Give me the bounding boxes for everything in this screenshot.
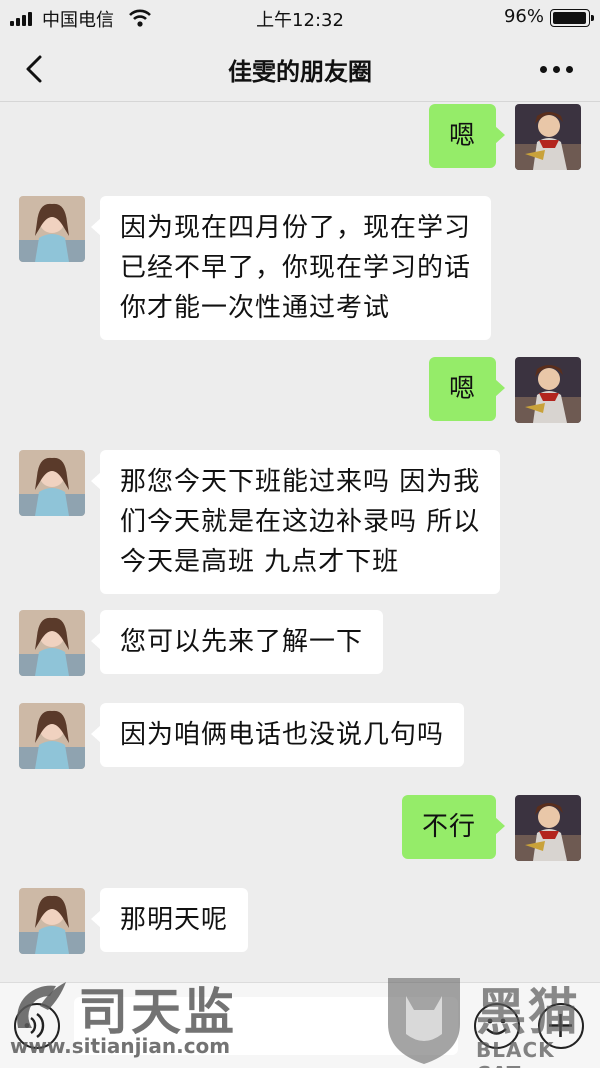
voice-icon[interactable] [14, 1003, 60, 1049]
battery-percent: 96% [503, 6, 544, 27]
contact-avatar[interactable] [19, 196, 85, 262]
message-bubble[interactable]: 嗯 [428, 357, 506, 421]
contact-avatar[interactable] [19, 450, 85, 516]
contact-avatar[interactable] [19, 888, 85, 954]
message-bubble[interactable]: 因为现在四月份了，现在学习 已经不早了，你现在学习的话 你才能一次性通过考试 [90, 196, 492, 340]
plus-icon[interactable] [538, 1003, 584, 1049]
battery-icon [550, 9, 594, 27]
contact-avatar[interactable] [19, 610, 85, 676]
nav-bar: 佳雯的朋友圈 [0, 36, 600, 102]
battery-fill [553, 12, 586, 24]
message-bubble[interactable]: 那明天呢 [90, 888, 249, 952]
message-bubble[interactable]: 嗯 [428, 104, 506, 168]
message-bubble[interactable]: 不行 [401, 795, 506, 859]
message-bubble[interactable]: 您可以先来了解一下 [90, 610, 384, 674]
message-input[interactable] [74, 997, 458, 1055]
my-avatar[interactable] [515, 357, 581, 423]
input-bar [0, 982, 600, 1068]
my-avatar[interactable] [515, 795, 581, 861]
contact-avatar[interactable] [19, 703, 85, 769]
emoji-icon[interactable] [474, 1003, 520, 1049]
message-list[interactable]: 嗯 因为现在四月份了，现在学习 已经不早了，你现在学习的话 你才能一次性通过考试… [0, 102, 600, 982]
message-bubble[interactable]: 那您今天下班能过来吗 因为我 们今天就是在这边补录吗 所以 今天是高班 九点才下… [90, 450, 501, 594]
status-bar: 中国电信 上午12:32 96% [0, 0, 600, 36]
chat-title: 佳雯的朋友圈 [228, 58, 372, 86]
my-avatar[interactable] [515, 104, 581, 170]
message-bubble[interactable]: 因为咱俩电话也没说几句吗 [90, 703, 465, 767]
more-dots-icon[interactable] [540, 66, 574, 74]
